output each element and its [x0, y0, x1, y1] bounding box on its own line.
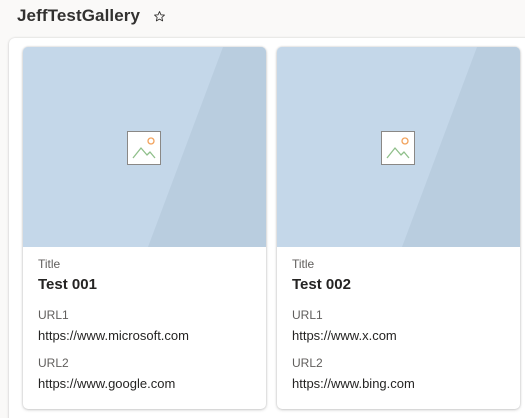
- card-fields: Title Test 002 URL1 https://www.x.com UR…: [292, 257, 510, 393]
- star-icon[interactable]: [152, 9, 166, 23]
- url2-label: URL2: [38, 356, 69, 370]
- url2-value: https://www.bing.com: [292, 376, 415, 391]
- url2-label: URL2: [292, 356, 323, 370]
- page-header: JeffTestGallery: [17, 4, 166, 28]
- image-placeholder-icon: [127, 131, 161, 165]
- image-placeholder-icon: [381, 131, 415, 165]
- url1-label: URL1: [38, 308, 69, 322]
- url1-value: https://www.x.com: [292, 328, 397, 343]
- url2-value: https://www.google.com: [38, 376, 176, 391]
- url1-label: URL1: [292, 308, 323, 322]
- title-value: Test 002: [292, 276, 351, 293]
- card-thumbnail: [277, 47, 520, 247]
- url1-value: https://www.microsoft.com: [38, 328, 189, 343]
- title-label: Title: [292, 257, 315, 271]
- card-thumbnail: [23, 47, 266, 247]
- gallery-title: JeffTestGallery: [17, 6, 141, 25]
- card-fields: Title Test 001 URL1 https://www.microsof…: [38, 257, 256, 393]
- title-value: Test 001: [38, 276, 97, 293]
- title-label: Title: [38, 257, 61, 271]
- gallery-card[interactable]: Title Test 001 URL1 https://www.microsof…: [23, 47, 266, 409]
- gallery-page: JeffTestGallery Title Test 001 URL1 http…: [0, 0, 525, 418]
- gallery-card[interactable]: Title Test 002 URL1 https://www.x.com UR…: [277, 47, 520, 409]
